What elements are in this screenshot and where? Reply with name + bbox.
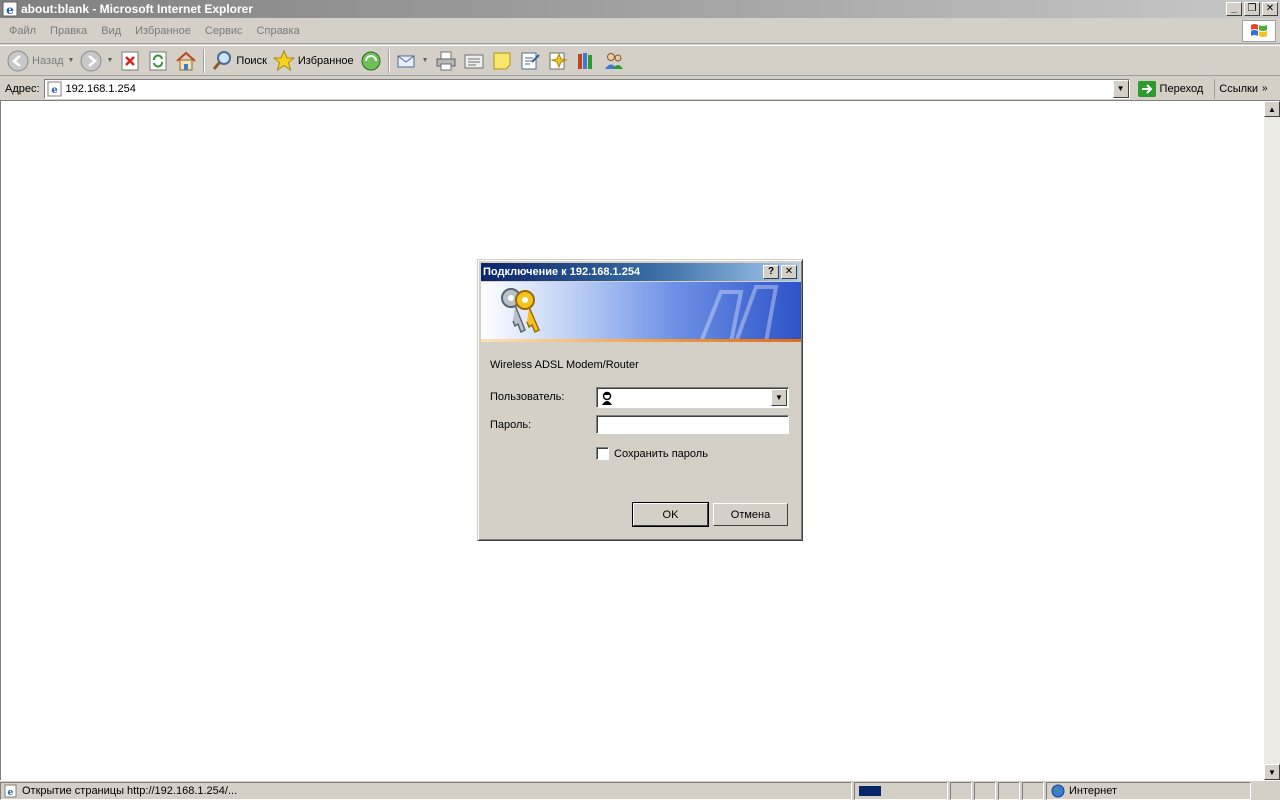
research-icon <box>521 52 540 69</box>
window-title: about:blank - Microsoft Internet Explore… <box>21 2 254 16</box>
status-message: e Открытие страницы http://192.168.1.254… <box>0 781 852 800</box>
edit-button[interactable] <box>460 48 488 74</box>
user-combo[interactable]: ▼ <box>596 387 789 408</box>
close-button[interactable]: ✕ <box>1262 2 1278 16</box>
windows-flag-icon <box>1242 20 1276 42</box>
chevron-right-icon: » <box>1261 83 1268 94</box>
go-button[interactable]: Переход <box>1135 79 1207 99</box>
menu-favorites[interactable]: Избранное <box>128 25 198 37</box>
address-label: Адрес: <box>5 82 40 95</box>
menu-view[interactable]: Вид <box>94 25 128 37</box>
menu-bar: Файл Правка Вид Избранное Сервис Справка <box>0 18 1280 44</box>
scroll-down-icon[interactable]: ▼ <box>1264 764 1280 780</box>
password-input[interactable] <box>597 416 788 433</box>
go-label: Переход <box>1159 82 1204 95</box>
mail-button[interactable]: ▼ <box>393 48 432 74</box>
sparkle-page-icon <box>549 52 568 69</box>
internet-explorer-icon: e <box>2 1 18 17</box>
password-field[interactable] <box>596 415 789 434</box>
svg-text:e: e <box>51 85 57 96</box>
printer-icon <box>436 51 456 70</box>
favorites-button[interactable]: Избранное <box>270 48 357 74</box>
forward-arrow-icon <box>80 50 102 71</box>
svg-text:e: e <box>8 788 14 798</box>
back-button[interactable]: Назад ▼ <box>4 48 77 74</box>
restore-button[interactable]: ❐ <box>1244 2 1260 16</box>
status-bar: e Открытие страницы http://192.168.1.254… <box>0 780 1280 800</box>
menu-file[interactable]: Файл <box>0 25 43 37</box>
links-label: Ссылки <box>1219 82 1258 95</box>
discuss-button[interactable] <box>488 48 516 74</box>
links-button[interactable]: Ссылки » <box>1214 78 1268 99</box>
standard-toolbar: Назад ▼ ▼ Поиск Избранное ▼ <box>0 45 1280 76</box>
address-dropdown-icon[interactable]: ▼ <box>1112 79 1129 98</box>
stop-icon <box>121 51 139 70</box>
cancel-button[interactable]: Отмена <box>713 503 788 526</box>
user-label: Пользователь: <box>490 391 565 403</box>
people-icon <box>604 52 623 69</box>
scroll-up-icon[interactable]: ▲ <box>1264 101 1280 117</box>
checkbox-box[interactable] <box>596 447 609 460</box>
search-button[interactable]: Поиск <box>208 48 269 74</box>
toolbar-separator <box>387 48 390 73</box>
address-bar: Адрес: e ▼ Переход Ссылки » <box>0 77 1280 101</box>
svg-text:e: e <box>6 3 14 17</box>
tools-button[interactable] <box>544 48 572 74</box>
favorites-star-icon <box>272 49 295 71</box>
user-icon <box>602 391 612 405</box>
home-button[interactable] <box>172 48 200 74</box>
refresh-button[interactable] <box>144 48 172 74</box>
edit-page-icon <box>464 54 484 68</box>
media-button[interactable] <box>357 48 385 74</box>
globe-icon <box>1051 784 1065 797</box>
mail-dropdown-icon[interactable]: ▼ <box>422 57 429 64</box>
note-icon <box>493 52 511 69</box>
status-cell <box>950 781 972 800</box>
vertical-scrollbar[interactable]: ▲ ▼ <box>1264 101 1280 780</box>
books-icon <box>577 52 592 69</box>
window-titlebar[interactable]: e about:blank - Microsoft Internet Explo… <box>0 0 1280 18</box>
go-arrow-icon <box>1137 80 1156 97</box>
realm-text: Wireless ADSL Modem/Router <box>490 359 639 371</box>
refresh-icon <box>149 51 167 70</box>
status-cell <box>974 781 996 800</box>
remember-password-checkbox[interactable]: Сохранить пароль <box>596 447 708 460</box>
home-icon <box>176 51 197 70</box>
security-zone[interactable]: Интернет <box>1046 781 1251 800</box>
minimize-button[interactable]: _ <box>1226 2 1242 16</box>
messenger-button[interactable] <box>516 48 544 74</box>
status-cell <box>998 781 1020 800</box>
related-button[interactable] <box>572 48 600 74</box>
status-cell <box>1022 781 1044 800</box>
menu-tools[interactable]: Сервис <box>198 25 250 37</box>
toolbar-separator <box>203 48 206 73</box>
address-input[interactable] <box>65 80 1113 97</box>
progress-bar <box>854 781 948 800</box>
remember-password-label: Сохранить пароль <box>614 447 708 460</box>
stop-button[interactable] <box>116 48 144 74</box>
menu-edit[interactable]: Правка <box>43 25 94 37</box>
loading-page-icon: e <box>4 784 17 798</box>
media-icon <box>361 51 381 70</box>
back-arrow-icon <box>7 50 29 71</box>
ok-button[interactable]: OK <box>632 502 709 527</box>
forward-button[interactable]: ▼ <box>77 48 116 74</box>
password-label: Пароль: <box>490 419 532 431</box>
forward-dropdown-icon[interactable]: ▼ <box>106 57 113 64</box>
contacts-button[interactable] <box>600 48 628 74</box>
user-dropdown-icon[interactable]: ▼ <box>771 389 787 406</box>
user-input[interactable] <box>616 390 771 405</box>
print-button[interactable] <box>432 48 460 74</box>
back-dropdown-icon[interactable]: ▼ <box>68 57 75 64</box>
page-icon: e <box>47 81 62 96</box>
address-combo[interactable]: e ▼ <box>43 78 1130 99</box>
mail-icon <box>397 55 415 67</box>
search-icon <box>213 50 232 70</box>
dialog-body: Wireless ADSL Modem/Router Пользователь:… <box>477 259 803 541</box>
menu-help[interactable]: Справка <box>250 25 307 37</box>
